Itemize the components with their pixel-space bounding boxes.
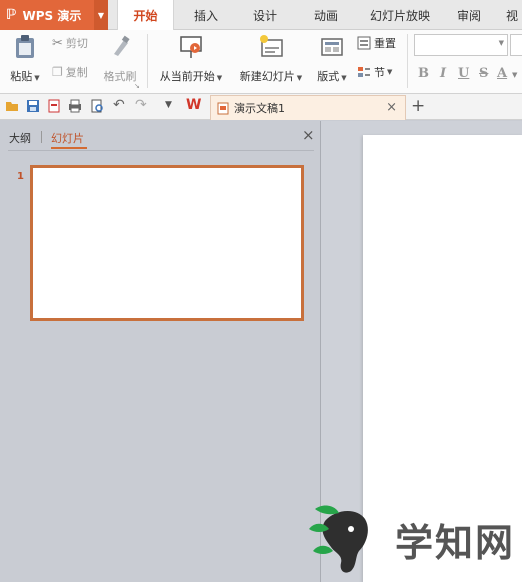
- reset-button[interactable]: 重置: [357, 35, 396, 51]
- clipboard-icon: [16, 35, 34, 58]
- font-color-button[interactable]: A: [497, 66, 507, 81]
- app-name: WPS 演示: [22, 8, 82, 23]
- print-icon[interactable]: [68, 99, 82, 113]
- italic-button[interactable]: I: [440, 66, 446, 81]
- section-button[interactable]: 节 ▼: [357, 64, 392, 80]
- pane-divider: [8, 150, 314, 151]
- app-menu-dropdown-icon[interactable]: ▼: [94, 0, 108, 30]
- close-document-tab-icon[interactable]: ×: [386, 100, 397, 115]
- save-icon[interactable]: [26, 99, 40, 113]
- cut-label: 剪切: [65, 37, 88, 50]
- watermark: 学知网: [305, 496, 522, 582]
- paintbrush-icon: [114, 35, 130, 56]
- reset-icon: [357, 36, 371, 50]
- copy-button[interactable]: ❐ 复制: [52, 64, 88, 80]
- format-painter-button[interactable]: 格式刷: [100, 34, 140, 84]
- tab-insert[interactable]: 插入: [184, 0, 228, 30]
- font-name-select[interactable]: ▼: [414, 34, 508, 56]
- layout-label: 版式: [317, 70, 340, 83]
- paste-dropdown-icon[interactable]: ▼: [34, 74, 39, 82]
- copy-icon: ❐: [52, 65, 63, 79]
- active-tab-underline: [51, 147, 87, 149]
- slide-thumbnail[interactable]: [30, 165, 304, 321]
- open-folder-icon[interactable]: [5, 99, 19, 113]
- quick-access-bar: ↶ ↷ ▼ W 演示文稿1 × +: [0, 94, 522, 120]
- ribbon: 粘贴 ▼ ✂ 剪切 ❐ 复制 格式刷 ↘ 从当前开始 ▼ 新建幻灯片 ▼ 版式 …: [0, 30, 522, 94]
- pane-tab-separator: [41, 131, 42, 143]
- presentation-file-icon: [217, 102, 229, 114]
- customize-toolbar-dropdown-icon[interactable]: ▼: [165, 100, 179, 114]
- tab-home[interactable]: 开始: [117, 0, 174, 31]
- section-icon: [358, 67, 370, 77]
- tab-design[interactable]: 设计: [243, 0, 287, 30]
- tab-view[interactable]: 视: [502, 0, 522, 30]
- bold-button[interactable]: B: [418, 66, 429, 81]
- paste-button[interactable]: 粘贴 ▼: [7, 34, 43, 84]
- from-current-dropdown-icon[interactable]: ▼: [217, 74, 222, 82]
- export-pdf-icon[interactable]: [47, 99, 61, 113]
- slide-pane: 大纲 幻灯片 × 1: [0, 121, 320, 582]
- format-painter-label: 格式刷: [103, 70, 137, 83]
- watermark-logo-icon: [309, 505, 368, 573]
- layout-button[interactable]: 版式 ▼: [313, 34, 351, 84]
- ribbon-separator: [147, 34, 148, 88]
- paste-label: 粘贴: [10, 70, 33, 83]
- watermark-text: 学知网: [395, 520, 516, 565]
- slide-number: 1: [17, 171, 24, 182]
- slide-pane-tabs: 大纲 幻灯片 ×: [0, 121, 320, 151]
- section-label: 节: [374, 66, 385, 79]
- new-tab-icon[interactable]: +: [411, 96, 425, 116]
- strikethrough-button[interactable]: S: [479, 66, 488, 81]
- new-slide-label: 新建幻灯片: [239, 70, 295, 83]
- new-slide-button[interactable]: 新建幻灯片 ▼: [234, 34, 308, 84]
- tab-slideshow[interactable]: 幻灯片放映: [362, 0, 438, 30]
- tab-outline[interactable]: 大纲: [9, 130, 31, 146]
- projector-screen-icon: [180, 36, 202, 58]
- tab-animation[interactable]: 动画: [304, 0, 348, 30]
- underline-button[interactable]: U: [458, 66, 469, 81]
- cut-button[interactable]: ✂ 剪切: [52, 35, 88, 51]
- app-menu-button[interactable]: ℙ WPS 演示 ▼: [0, 0, 108, 30]
- close-pane-icon[interactable]: ×: [302, 126, 315, 144]
- redo-icon[interactable]: ↷: [135, 97, 149, 113]
- reset-label: 重置: [374, 37, 396, 50]
- layout-icon: [321, 38, 343, 56]
- scissors-icon: ✂: [52, 35, 63, 51]
- new-slide-dropdown-icon[interactable]: ▼: [297, 74, 302, 82]
- undo-icon[interactable]: ↶: [113, 97, 127, 113]
- document-tab-title: 演示文稿1: [234, 102, 285, 115]
- menu-tab-bar: ℙ WPS 演示 ▼ 开始 插入 设计 动画 幻灯片放映 审阅 视: [0, 0, 522, 31]
- font-name-dropdown-icon[interactable]: ▼: [499, 39, 504, 47]
- font-size-select[interactable]: [510, 34, 522, 56]
- ribbon-separator: [407, 34, 408, 88]
- font-color-dropdown-icon[interactable]: ▼: [512, 71, 517, 79]
- layout-dropdown-icon[interactable]: ▼: [341, 74, 346, 82]
- section-dropdown-icon[interactable]: ▼: [387, 68, 392, 76]
- from-current-button[interactable]: 从当前开始 ▼: [155, 34, 227, 84]
- document-tab[interactable]: 演示文稿1 ×: [210, 95, 406, 120]
- wps-logo-icon: ℙ: [6, 7, 17, 23]
- print-preview-icon[interactable]: [90, 99, 104, 113]
- tab-review[interactable]: 审阅: [448, 0, 490, 30]
- wps-w-logo-icon[interactable]: W: [186, 97, 204, 113]
- new-slide-icon: [260, 35, 283, 57]
- tab-slides[interactable]: 幻灯片: [51, 130, 84, 146]
- copy-label: 复制: [65, 66, 88, 79]
- from-current-label: 从当前开始: [159, 70, 215, 83]
- clipboard-launcher-icon[interactable]: ↘: [134, 82, 140, 90]
